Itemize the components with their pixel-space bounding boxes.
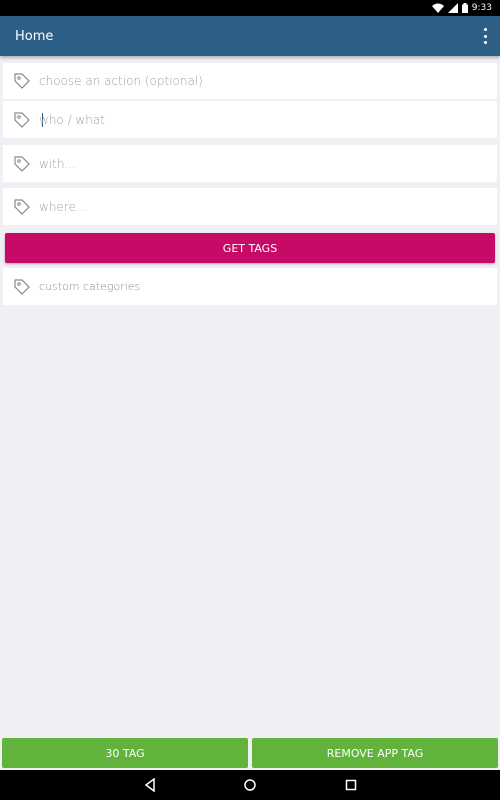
thirty-tag-button[interactable]: 30 TAG — [2, 738, 248, 768]
tag-icon — [14, 155, 30, 172]
get-tags-button[interactable]: GET TAGS — [5, 233, 495, 263]
home-icon[interactable] — [243, 778, 257, 792]
battery-icon — [461, 3, 468, 13]
where-placeholder: where... — [39, 199, 88, 214]
tag-icon — [14, 111, 30, 128]
cell-signal-icon — [447, 3, 458, 13]
who-what-field[interactable]: who / what — [3, 101, 497, 138]
tag-icon — [14, 278, 30, 295]
app-bar: Home — [0, 16, 500, 56]
navigation-bar — [0, 770, 500, 800]
app-title: Home — [15, 28, 54, 44]
tag-icon — [14, 198, 30, 215]
remove-app-tag-button[interactable]: REMOVE APP TAG — [252, 738, 498, 768]
with-field[interactable]: with... — [3, 145, 497, 182]
status-time: 9:33 — [471, 3, 492, 13]
recents-icon[interactable] — [344, 778, 358, 792]
who-what-placeholder: who / what — [39, 112, 105, 127]
overflow-menu-icon[interactable] — [480, 28, 490, 44]
with-placeholder: with... — [39, 156, 76, 171]
where-field[interactable]: where... — [3, 188, 497, 225]
tag-icon — [14, 73, 30, 89]
custom-categories-item[interactable]: custom categories — [3, 268, 497, 305]
custom-categories-label: custom categories — [39, 280, 141, 293]
action-field[interactable]: choose an action (optional) — [3, 63, 497, 99]
wifi-icon — [431, 3, 444, 13]
back-icon[interactable] — [143, 778, 157, 792]
status-bar: 9:33 — [0, 0, 500, 16]
action-placeholder: choose an action (optional) — [39, 74, 203, 88]
